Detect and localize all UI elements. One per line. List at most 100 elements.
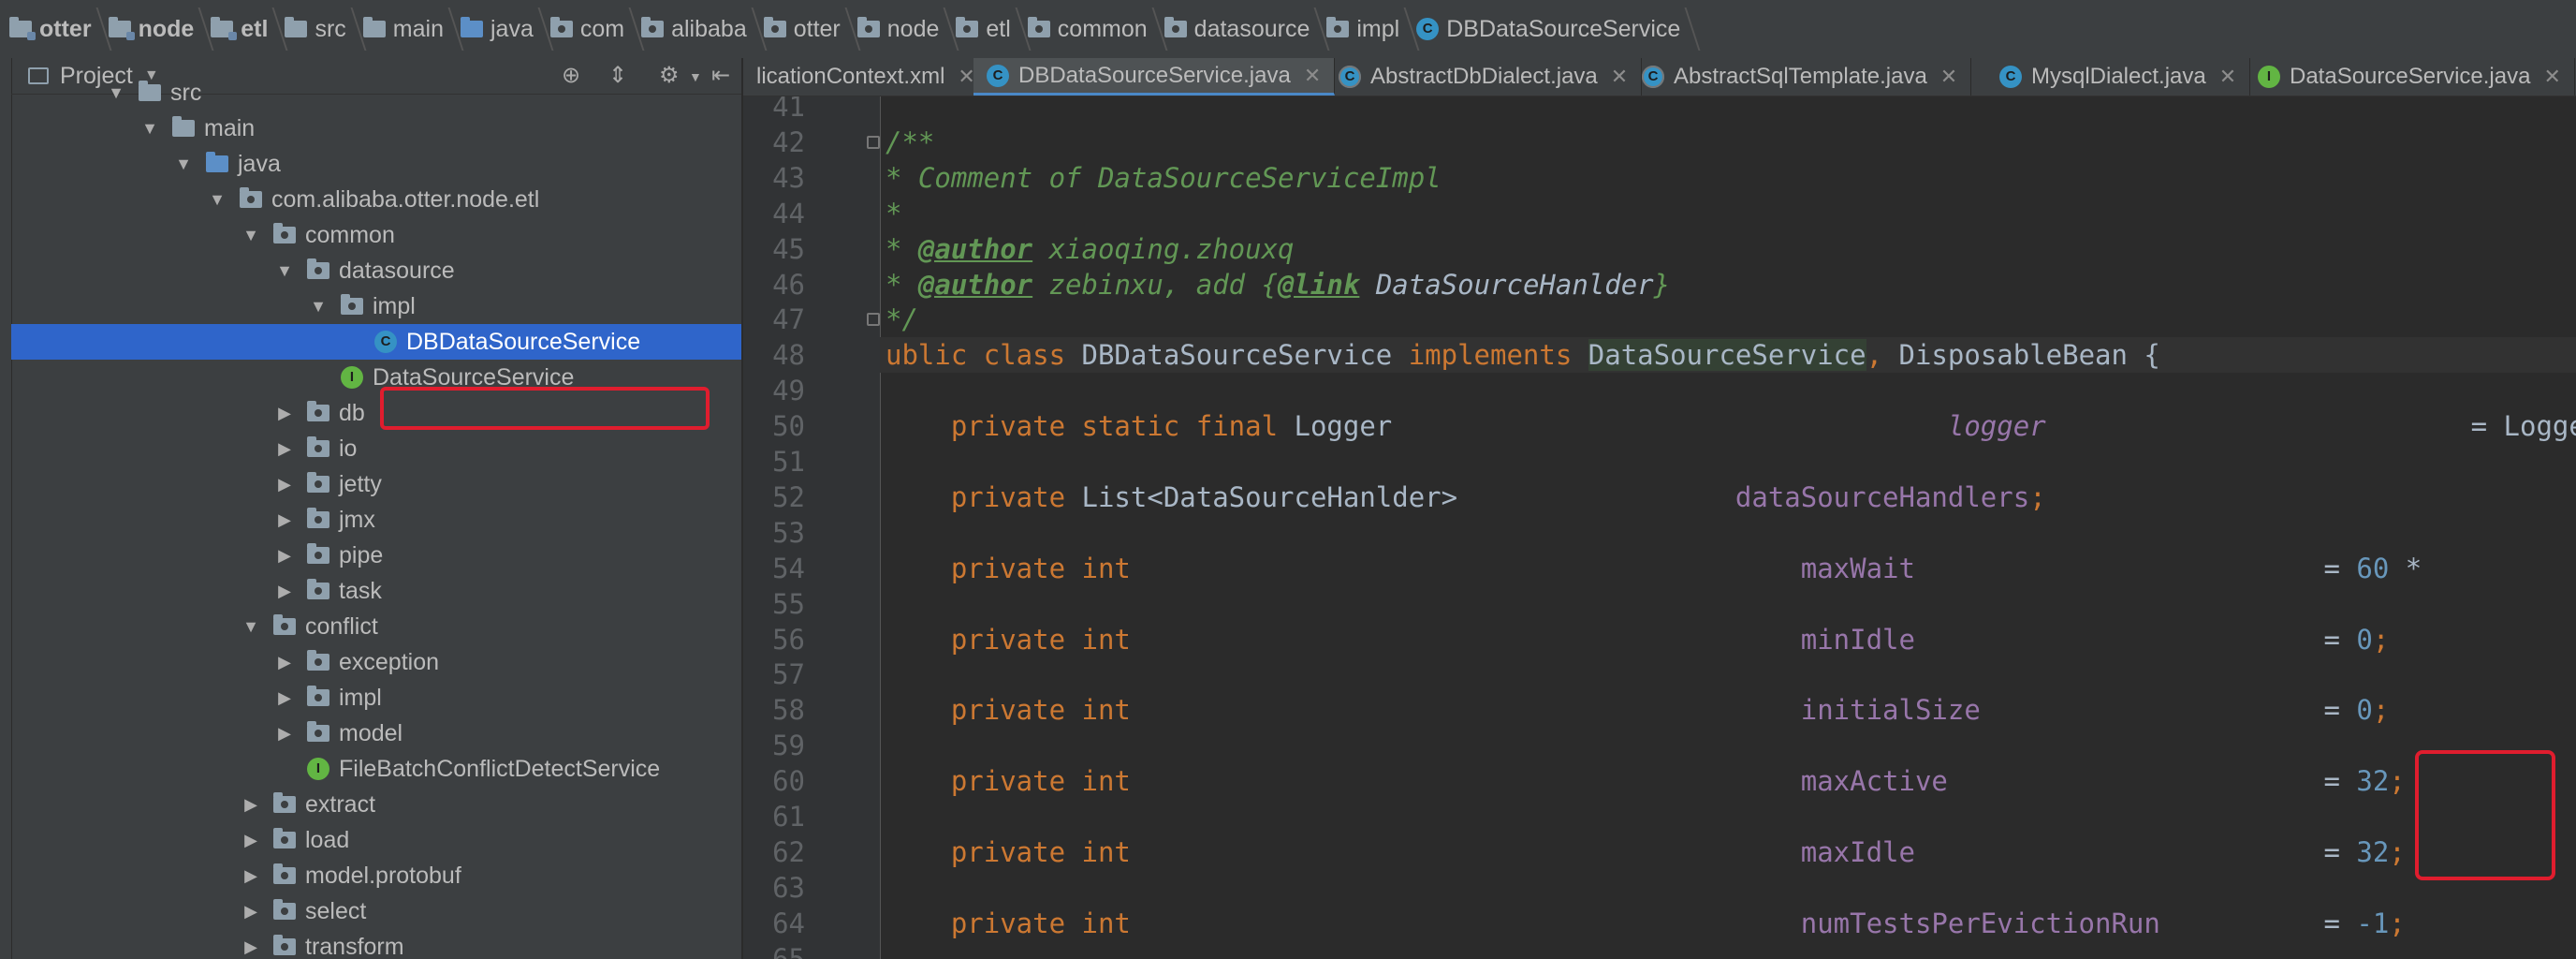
tree-node[interactable]: ▶ task <box>11 573 741 609</box>
class-icon: C <box>1416 18 1440 40</box>
breadcrumb-item[interactable]: src <box>275 0 367 58</box>
editor-tab[interactable]: I DataSourceService.java ✕ <box>2245 58 2575 96</box>
expand-arrow-down-icon[interactable]: ▼ <box>140 119 159 139</box>
code-token: /** <box>886 125 935 158</box>
breadcrumb-item[interactable]: alibaba <box>632 0 768 58</box>
code-line[interactable]: private int maxActive = 32; <box>886 763 2406 799</box>
code-line[interactable]: * <box>886 196 901 231</box>
tree-node[interactable]: ▶ jetty <box>11 466 741 502</box>
code-line[interactable]: private int numTestsPerEvictionRun = -1; <box>886 906 2406 941</box>
editor-tab[interactable]: C MysqlDialect.java ✕ <box>1986 58 2251 96</box>
expand-arrow-down-icon[interactable]: ▼ <box>309 297 328 317</box>
editor-tab[interactable]: licationContext.xml ✕ <box>743 58 989 96</box>
breadcrumb-item[interactable]: java <box>451 0 554 58</box>
expand-arrow-right-icon[interactable]: ▶ <box>275 510 294 530</box>
tree-node-label: load <box>305 826 350 853</box>
breadcrumb-item[interactable]: com <box>541 0 645 58</box>
tree-node[interactable]: ▶ load <box>11 822 741 858</box>
code-line[interactable]: private List<DataSourceHanlder> dataSour… <box>886 480 2046 515</box>
code-line[interactable]: private int maxIdle = 32; <box>886 834 2406 870</box>
expand-arrow-right-icon[interactable]: ▶ <box>242 866 260 886</box>
tree-node[interactable]: ▼ conflict <box>11 609 741 644</box>
breadcrumb-item[interactable]: node <box>848 0 959 58</box>
breadcrumb-item[interactable]: common <box>1018 0 1168 58</box>
expand-arrow-right-icon[interactable]: ▶ <box>275 688 294 708</box>
breadcrumb-item[interactable]: impl <box>1317 0 1420 58</box>
tree-node[interactable]: ▼ main <box>11 111 741 146</box>
breadcrumb-item[interactable]: main <box>354 0 464 58</box>
code-line[interactable]: private int initialSize = 0; <box>886 692 2389 728</box>
expand-arrow-right-icon[interactable]: ▶ <box>242 902 260 922</box>
tree-node[interactable]: ▼ com.alibaba.otter.node.etl <box>11 182 741 217</box>
expand-arrow-right-icon[interactable]: ▶ <box>275 653 294 672</box>
code-line[interactable]: private int maxWait = 60 * <box>886 551 2438 586</box>
tree-node[interactable]: ▶ impl <box>11 680 741 716</box>
interface-icon: I <box>2258 66 2280 88</box>
fold-marker-icon[interactable] <box>867 135 880 149</box>
tree-node[interactable]: ▶ model.protobuf <box>11 858 741 893</box>
expand-arrow-down-icon[interactable]: ▼ <box>242 226 260 245</box>
breadcrumb-item[interactable]: C DBDataSourceService <box>1407 0 1701 58</box>
breadcrumb-label: java <box>490 15 534 42</box>
breadcrumb-item[interactable]: otter <box>0 0 112 58</box>
package-icon <box>307 686 329 706</box>
tree-node[interactable]: ▶IFileBatchConflictDetectService <box>11 751 741 787</box>
close-icon[interactable]: ✕ <box>1940 65 1957 89</box>
code-editor[interactable]: 41 42 43 44 45 46 47 48 49 50 51 52 53 54 55 56 57 58 59 60… <box>743 96 2576 959</box>
expand-arrow-right-icon[interactable]: ▶ <box>275 582 294 601</box>
code-line[interactable]: * @author zebinxu, add {@link DataSource… <box>886 267 1670 302</box>
code-token: } <box>1653 268 1671 301</box>
breadcrumb-label: DBDataSourceService <box>1446 15 1681 42</box>
expand-arrow-down-icon[interactable]: ▼ <box>242 617 260 637</box>
expand-arrow-right-icon[interactable]: ▶ <box>242 831 260 850</box>
breadcrumb-item[interactable]: datasource <box>1155 0 1330 58</box>
editor-tab[interactable]: C AbstractDbDialect.java ✕ <box>1325 58 1643 96</box>
expand-arrow-right-icon[interactable]: ▶ <box>242 795 260 815</box>
line-number: 65 <box>772 942 805 959</box>
code-line[interactable]: /** <box>886 125 934 160</box>
breadcrumb-item[interactable]: otter <box>754 0 861 58</box>
expand-arrow-right-icon[interactable]: ▶ <box>275 475 294 494</box>
code-line[interactable]: */ <box>886 302 918 337</box>
tree-node[interactable]: ▶ transform <box>11 929 741 959</box>
code-line[interactable]: ublic class DBDataSourceService implemen… <box>880 337 2576 374</box>
expand-arrow-right-icon[interactable]: ▶ <box>275 439 294 459</box>
fold-marker-icon[interactable] <box>867 313 880 327</box>
close-icon[interactable]: ✕ <box>1611 65 1628 89</box>
tree-node[interactable]: ▶ model <box>11 716 741 751</box>
value-annotation-box <box>2415 750 2555 880</box>
line-number: 42 <box>772 125 805 158</box>
code-line[interactable]: private int minIdle = 0; <box>886 622 2389 657</box>
code-line[interactable]: * @author xiaoqing.zhouxq <box>886 231 1295 267</box>
expand-arrow-down-icon[interactable]: ▼ <box>208 190 227 210</box>
code-line[interactable]: * Comment of DataSourceServiceImpl <box>886 160 1442 196</box>
close-icon[interactable]: ✕ <box>1304 64 1321 88</box>
tree-node[interactable]: ▶ extract <box>11 787 741 822</box>
expand-arrow-right-icon[interactable]: ▶ <box>275 404 294 423</box>
tree-node[interactable]: ▶ select <box>11 893 741 929</box>
expand-arrow-right-icon[interactable]: ▶ <box>242 937 260 957</box>
close-icon[interactable]: ✕ <box>2543 65 2560 89</box>
breadcrumb-item[interactable]: etl <box>201 0 288 58</box>
tree-node[interactable]: ▼ impl <box>11 288 741 324</box>
expand-arrow-right-icon[interactable]: ▶ <box>275 724 294 744</box>
tree-node[interactable]: ▼ datasource <box>11 253 741 288</box>
tree-node[interactable]: ▼ common <box>11 217 741 253</box>
code-line[interactable]: private static final Logger logger = Log… <box>886 408 2576 444</box>
tree-node[interactable]: ▶CDBDataSourceService <box>11 324 741 360</box>
breadcrumb-item[interactable]: etl <box>946 0 1032 58</box>
editor-tab[interactable]: C DBDataSourceService.java ✕ <box>973 58 1336 96</box>
expand-arrow-right-icon[interactable]: ▶ <box>275 546 294 566</box>
tree-node[interactable]: ▶ jmx <box>11 502 741 538</box>
editor-tab[interactable]: C AbstractSqlTemplate.java ✕ <box>1629 58 1972 96</box>
expand-arrow-down-icon[interactable]: ▼ <box>275 261 294 281</box>
expand-arrow-down-icon[interactable]: ▼ <box>174 155 193 174</box>
tree-node[interactable]: ▶ pipe <box>11 538 741 573</box>
tree-node[interactable]: ▼ src <box>11 75 741 111</box>
tree-node[interactable]: ▼ java <box>11 146 741 182</box>
expand-arrow-down-icon[interactable]: ▼ <box>107 83 125 103</box>
breadcrumb-item[interactable]: node <box>99 0 214 58</box>
tree-node[interactable]: ▶ exception <box>11 644 741 680</box>
tree-node[interactable]: ▶ io <box>11 431 741 466</box>
close-icon[interactable]: ✕ <box>2219 65 2236 89</box>
